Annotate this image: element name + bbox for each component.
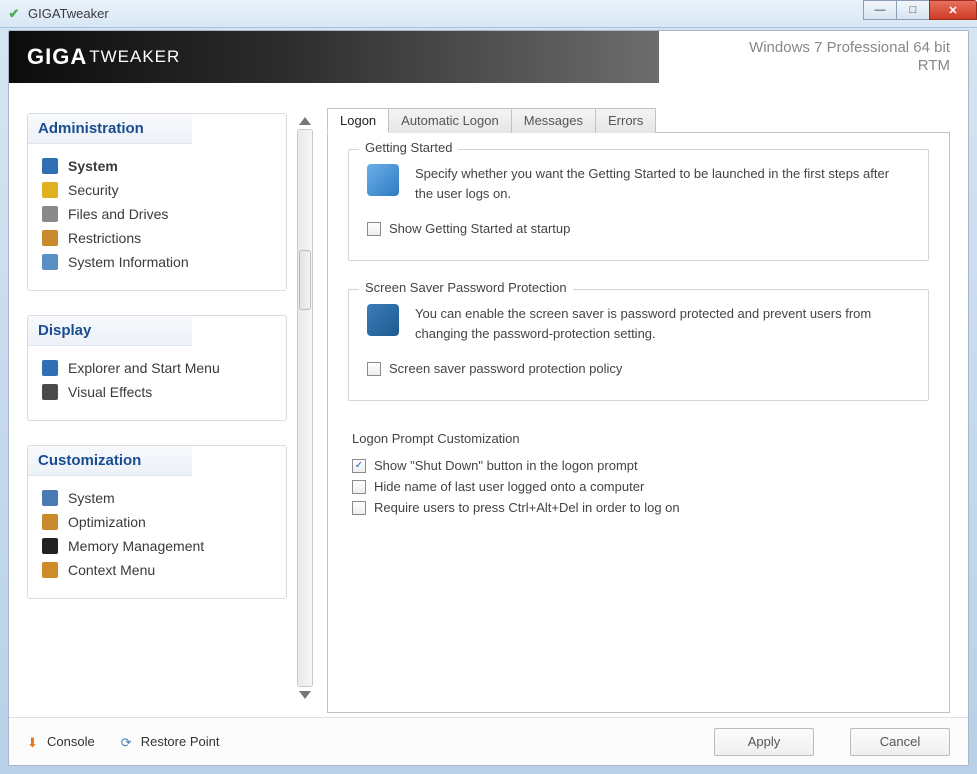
sidebar-item-icon [42,538,58,554]
os-info-line1: Windows 7 Professional 64 bit [659,39,950,57]
close-button[interactable]: ✕ [929,0,977,20]
scroll-thumb[interactable] [299,250,311,310]
sidebar-item-label: Explorer and Start Menu [68,360,220,376]
sidebar-item-visual-effects[interactable]: Visual Effects [40,380,274,404]
screensaver-icon [367,304,399,336]
sidebar-group: Customization System Optimization Memory Ma… [27,445,287,599]
tab-messages[interactable]: Messages [511,108,596,133]
minimize-button[interactable]: — [863,0,897,20]
sidebar-item-icon [42,360,58,376]
getting-started-icon [367,164,399,196]
checkbox-label: Hide name of last user logged onto a com… [374,479,644,494]
console-link[interactable]: ⬇ Console [27,734,95,749]
group-logon-prompt: Logon Prompt Customization ✓ Show "Shut … [348,429,929,523]
sidebar-item-optimization[interactable]: Optimization [40,510,274,534]
sidebar-item-label: Security [68,182,119,198]
maximize-button[interactable]: □ [896,0,930,20]
restore-point-link[interactable]: ⟳ Restore Point [121,734,220,749]
tabs: LogonAutomatic LogonMessagesErrors [327,107,950,132]
sidebar-item-icon [42,230,58,246]
cancel-button[interactable]: Cancel [850,728,950,756]
app-icon: ✔ [6,6,22,22]
sidebar-item-icon [42,514,58,530]
sidebar-item-label: Memory Management [68,538,204,554]
sidebar-item-security[interactable]: Security [40,178,274,202]
sidebar: Administration System Security Files and Dr… [27,113,287,703]
sidebar-item-icon [42,490,58,506]
sidebar-item-system[interactable]: System [40,154,274,178]
group-getting-started: Getting Started Specify whether you want… [348,149,929,261]
checkbox-show-shutdown[interactable]: ✓ Show "Shut Down" button in the logon p… [352,458,925,473]
checkbox-icon[interactable]: ✓ [352,459,366,473]
tab-automatic-logon[interactable]: Automatic Logon [388,108,512,133]
brand-small: TWEAKER [89,47,180,67]
group-title: Getting Started [359,140,458,155]
tab-logon[interactable]: Logon [327,108,389,133]
sidebar-item-label: Visual Effects [68,384,152,400]
sidebar-item-restrictions[interactable]: Restrictions [40,226,274,250]
checkbox-label: Screen saver password protection policy [389,361,622,376]
sidebar-item-icon [42,384,58,400]
footer: ⬇ Console ⟳ Restore Point Apply Cancel [9,717,968,765]
scroll-down-icon[interactable] [299,691,311,699]
sidebar-item-icon [42,206,58,222]
group-screensaver: Screen Saver Password Protection You can… [348,289,929,401]
restore-label: Restore Point [141,734,220,749]
checkbox-label: Require users to press Ctrl+Alt+Del in o… [374,500,680,515]
sidebar-item-label: Files and Drives [68,206,168,222]
checkbox-show-getting-started[interactable]: Show Getting Started at startup [367,221,910,236]
sidebar-scrollbar[interactable] [293,113,317,703]
checkbox-require-cad[interactable]: Require users to press Ctrl+Alt+Del in o… [352,500,925,515]
checkbox-icon[interactable] [352,480,366,494]
scroll-up-icon[interactable] [299,117,311,125]
console-label: Console [47,734,95,749]
checkbox-hide-last-user[interactable]: Hide name of last user logged onto a com… [352,479,925,494]
group-title: Screen Saver Password Protection [359,280,573,295]
tab-errors[interactable]: Errors [595,108,656,133]
apply-button[interactable]: Apply [714,728,814,756]
checkbox-label: Show Getting Started at startup [389,221,570,236]
window-titlebar: ✔ GIGATweaker — □ ✕ [0,0,977,28]
group-desc-text: Specify whether you want the Getting Sta… [415,164,910,203]
sidebar-item-system[interactable]: System [40,486,274,510]
sidebar-item-context-menu[interactable]: Context Menu [40,558,274,582]
sidebar-group: Administration System Security Files and Dr… [27,113,287,291]
window-title: GIGATweaker [28,6,109,21]
scroll-track[interactable] [297,129,313,687]
app-header: GIGA TWEAKER Windows 7 Professional 64 b… [9,31,968,83]
sidebar-item-label: Optimization [68,514,146,530]
checkbox-icon[interactable] [367,362,381,376]
sidebar-group-title: Customization [28,446,192,476]
os-info-line2: RTM [659,57,950,75]
sidebar-item-icon [42,562,58,578]
sidebar-item-explorer-and-start-menu[interactable]: Explorer and Start Menu [40,356,274,380]
sidebar-group-title: Display [28,316,192,346]
sidebar-group: Display Explorer and Start Menu Visual Eff… [27,315,287,421]
sidebar-item-label: System [68,158,118,174]
sidebar-item-icon [42,182,58,198]
tab-panel-logon: Getting Started Specify whether you want… [327,132,950,713]
restore-icon: ⟳ [121,735,135,749]
sidebar-item-memory-management[interactable]: Memory Management [40,534,274,558]
console-icon: ⬇ [27,735,41,749]
checkbox-icon[interactable] [352,501,366,515]
sidebar-item-label: Context Menu [68,562,155,578]
checkbox-label: Show "Shut Down" button in the logon pro… [374,458,638,473]
group-desc-text: You can enable the screen saver is passw… [415,304,910,343]
sidebar-item-label: System [68,490,115,506]
checkbox-icon[interactable] [367,222,381,236]
brand-big: GIGA [27,44,87,70]
checkbox-screensaver-policy[interactable]: Screen saver password protection policy [367,361,910,376]
sidebar-item-files-and-drives[interactable]: Files and Drives [40,202,274,226]
sidebar-item-label: System Information [68,254,189,270]
sidebar-item-label: Restrictions [68,230,141,246]
sidebar-item-icon [42,254,58,270]
group-title: Logon Prompt Customization [352,431,925,446]
sidebar-group-title: Administration [28,114,192,144]
sidebar-item-icon [42,158,58,174]
sidebar-item-system-information[interactable]: System Information [40,250,274,274]
